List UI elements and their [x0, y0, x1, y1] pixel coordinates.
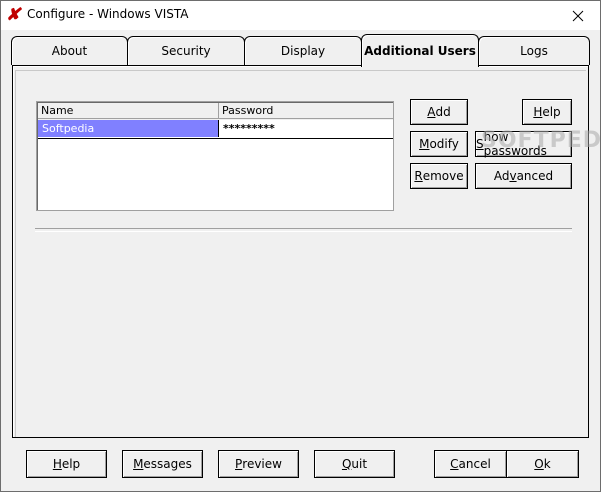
user-password-cell[interactable]: ********* [218, 120, 393, 137]
add-button[interactable]: Add [410, 99, 468, 125]
quit-label-post: uit [351, 457, 368, 471]
users-list[interactable]: Name Password Softpedia ********* [36, 101, 394, 211]
user-name-cell[interactable]: Softpedia [38, 120, 218, 137]
help-button-mnemonic: H [533, 105, 543, 119]
tab-label: Security [161, 44, 211, 58]
show-passwords-label-post: how passwords [483, 130, 547, 158]
configure-window: ✘ Configure - Windows VISTA About Securi… [0, 0, 601, 492]
cancel-label-post: ancel [458, 457, 491, 471]
quit-mnemonic: Q [341, 457, 352, 471]
advanced-button-label-post: anced [516, 169, 554, 183]
ok-mnemonic: O [534, 457, 544, 471]
modify-button[interactable]: Modify [410, 131, 468, 157]
table-row[interactable]: Softpedia ********* [38, 120, 393, 139]
bottom-help-button[interactable]: Help [26, 450, 107, 478]
cancel-mnemonic: C [450, 457, 459, 471]
quit-button[interactable]: Quit [314, 450, 395, 478]
preview-mnemonic: P [235, 457, 243, 471]
modify-button-label-post: odify [429, 137, 459, 151]
ok-button[interactable]: Ok [506, 450, 579, 478]
remove-button-mnemonic: R [414, 169, 423, 183]
tab-display[interactable]: Display [244, 36, 362, 65]
help-button-label-post: elp [542, 105, 561, 119]
window-title: Configure - Windows VISTA [27, 7, 189, 21]
messages-button[interactable]: Messages [122, 450, 203, 478]
tab-security[interactable]: Security [127, 36, 245, 65]
column-header-password[interactable]: Password [219, 103, 393, 119]
ok-label-post: k [543, 457, 551, 471]
users-list-header: Name Password [38, 103, 393, 120]
help-button[interactable]: Help [522, 99, 572, 125]
close-icon [572, 10, 584, 21]
add-button-mnemonic: A [427, 105, 436, 119]
cancel-button[interactable]: Cancel [434, 450, 507, 478]
messages-mnemonic: M [133, 457, 144, 471]
tab-label: Additional Users [364, 44, 476, 58]
messages-label-post: essages [143, 457, 192, 471]
preview-button[interactable]: Preview [218, 450, 299, 478]
title-bar[interactable]: ✘ Configure - Windows VISTA [1, 1, 600, 30]
horizontal-separator [35, 228, 572, 232]
modify-button-mnemonic: M [419, 137, 430, 151]
close-button[interactable] [556, 1, 600, 30]
tab-label: About [51, 44, 88, 58]
remove-button-label-post: emove [422, 169, 464, 183]
advanced-button-mnemonic: v [509, 169, 517, 183]
preview-label-post: review [242, 457, 282, 471]
advanced-button-label-pre: Ad [493, 169, 510, 183]
column-header-name[interactable]: Name [38, 103, 219, 119]
tab-label: Logs [520, 44, 548, 58]
advanced-button[interactable]: Ad v anced [475, 163, 572, 189]
show-passwords-mnemonic: S [476, 137, 484, 151]
show-passwords-button[interactable]: Show passwords [475, 130, 572, 158]
remove-button[interactable]: Remove [410, 163, 468, 189]
add-button-label-post: dd [435, 105, 451, 119]
x-app-icon: ✘ [6, 5, 21, 25]
tab-label: Display [280, 44, 326, 58]
tab-about[interactable]: About [11, 36, 128, 65]
bottom-help-label-post: elp [61, 457, 81, 471]
additional-users-panel: Name Password Softpedia ********* Add He… [12, 65, 589, 438]
tab-additional-users[interactable]: Additional Users [361, 34, 479, 67]
tab-logs[interactable]: Logs [478, 36, 590, 65]
bottom-help-mnemonic: H [52, 457, 62, 471]
